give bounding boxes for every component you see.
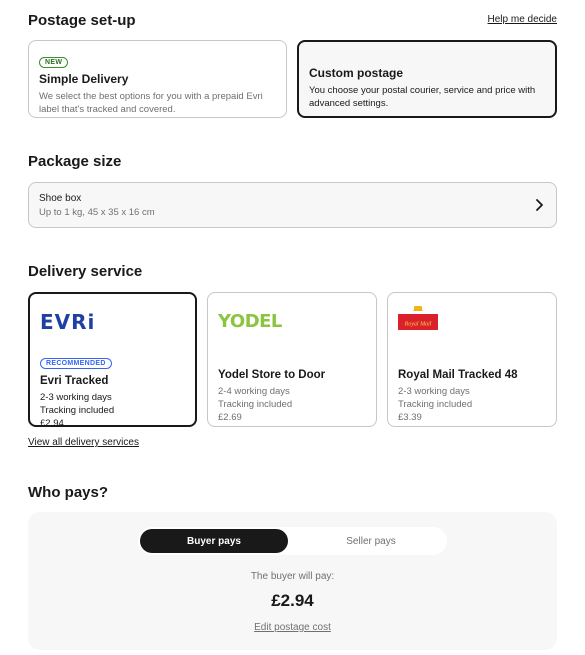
service-price: £3.39	[398, 412, 422, 423]
who-pays-title: Who pays?	[28, 484, 109, 501]
service-price: £2.94	[40, 418, 64, 429]
help-me-decide-link[interactable]: Help me decide	[488, 14, 557, 25]
buyer-pays-button[interactable]: Buyer pays	[140, 529, 288, 553]
package-size-title: Package size	[28, 153, 122, 170]
edit-postage-cost-link[interactable]: Edit postage cost	[254, 622, 331, 633]
buyer-will-pay-label: The buyer will pay:	[250, 571, 335, 582]
service-days: 2-3 working days	[40, 392, 112, 403]
who-pays-panel: Buyer pays Seller pays The buyer will pa…	[28, 512, 557, 650]
service-name: Yodel Store to Door	[218, 369, 326, 381]
royal-mail-logo: Royal Mail	[398, 306, 438, 330]
view-all-delivery-services-link[interactable]: View all delivery services	[28, 437, 139, 448]
postage-amount: £2.94	[271, 591, 314, 610]
simple-delivery-title: Simple Delivery	[39, 72, 129, 86]
service-name: Royal Mail Tracked 48	[398, 369, 518, 381]
simple-delivery-description: We select the best options for you with …	[39, 91, 263, 115]
simple-delivery-card[interactable]: NEW Simple Delivery We select the best o…	[28, 40, 287, 118]
package-size-selector[interactable]: Shoe box Up to 1 kg, 45 x 35 x 16 cm	[28, 182, 557, 228]
custom-postage-card[interactable]: Custom postage You choose your postal co…	[297, 40, 557, 118]
who-pays-toggle: Buyer pays Seller pays	[138, 527, 447, 555]
chevron-right-icon	[536, 199, 543, 211]
custom-postage-title: Custom postage	[309, 66, 404, 80]
service-name: Evri Tracked	[40, 375, 109, 387]
service-tracking: Tracking included	[40, 405, 115, 416]
yodel-logo: YODEL	[218, 310, 282, 332]
package-name: Shoe box	[39, 193, 82, 204]
package-dimensions: Up to 1 kg, 45 x 35 x 16 cm	[39, 207, 155, 218]
service-tracking: Tracking included	[398, 399, 473, 410]
recommended-badge: RECOMMENDED	[40, 358, 112, 369]
new-badge: NEW	[39, 57, 69, 68]
postage-setup-title: Postage set-up	[28, 12, 136, 29]
service-card-royal-mail[interactable]: Royal Mail Royal Mail Tracked 48 2-3 wor…	[387, 292, 557, 427]
service-days: 2-3 working days	[398, 386, 470, 397]
service-days: 2-4 working days	[218, 386, 290, 397]
svg-text:Royal Mail: Royal Mail	[404, 322, 432, 328]
evri-logo: EVRi	[40, 310, 96, 334]
custom-postage-description: You choose your postal courier, service …	[309, 85, 536, 109]
service-price: £2.69	[218, 412, 242, 423]
service-card-evri[interactable]: EVRi RECOMMENDED Evri Tracked 2-3 workin…	[28, 292, 197, 429]
seller-pays-button[interactable]: Seller pays	[297, 529, 445, 553]
service-card-yodel[interactable]: YODEL Yodel Store to Door 2-4 working da…	[207, 292, 377, 427]
service-tracking: Tracking included	[218, 399, 293, 410]
delivery-service-title: Delivery service	[28, 263, 143, 280]
